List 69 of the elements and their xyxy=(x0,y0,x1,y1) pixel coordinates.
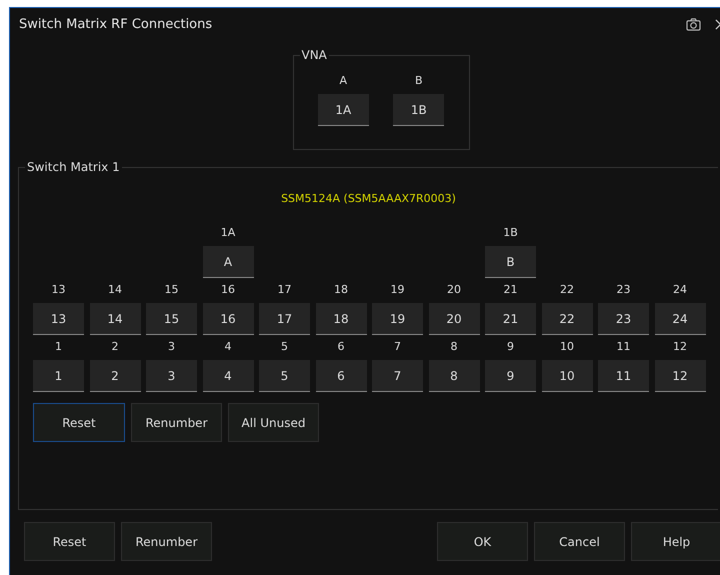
port-button[interactable]: 15 xyxy=(146,303,197,335)
footer-button[interactable]: Cancel xyxy=(534,522,625,561)
port-label: 12 xyxy=(673,340,687,354)
port-button[interactable]: 13 xyxy=(33,303,84,335)
port-label: 1A xyxy=(220,226,236,240)
port-label: 1 xyxy=(55,340,62,354)
port-button[interactable]: 6 xyxy=(316,360,366,392)
port-button[interactable]: 10 xyxy=(542,360,592,392)
port-label: 11 xyxy=(616,340,630,354)
port-label: 16 xyxy=(221,283,235,297)
port-button[interactable]: 4 xyxy=(202,360,254,392)
port-button[interactable]: 1A xyxy=(318,94,369,126)
port-button[interactable]: 9 xyxy=(485,360,536,392)
port-label: 19 xyxy=(390,283,404,297)
port-button[interactable]: 23 xyxy=(598,303,649,335)
port-button[interactable]: 2 xyxy=(90,360,140,392)
port-label: 23 xyxy=(616,283,630,297)
action-button[interactable]: Reset xyxy=(33,403,125,442)
group-title: Switch Matrix 1 xyxy=(25,160,122,174)
port-label: 1B xyxy=(503,226,518,240)
port-label: 13 xyxy=(52,283,66,297)
port-label: 10 xyxy=(560,340,574,354)
action-button[interactable]: All Unused xyxy=(228,403,319,442)
port-label: 14 xyxy=(108,283,122,297)
port-label: A xyxy=(339,74,348,88)
port-button[interactable]: 7 xyxy=(372,360,423,392)
port-button[interactable]: 18 xyxy=(316,303,366,335)
footer-button[interactable]: Reset xyxy=(24,522,115,561)
port-label: 7 xyxy=(394,340,401,354)
port-button[interactable]: 21 xyxy=(485,303,536,335)
port-label: 18 xyxy=(334,283,348,297)
port-button[interactable]: 5 xyxy=(259,360,310,392)
port-button[interactable]: 3 xyxy=(146,360,197,392)
footer-button[interactable]: Renumber xyxy=(121,522,212,561)
port-button[interactable]: 17 xyxy=(259,303,310,335)
port-label: 9 xyxy=(507,340,514,354)
port-label: 22 xyxy=(560,283,574,297)
camera-icon[interactable] xyxy=(686,18,701,30)
port-button[interactable]: 16 xyxy=(202,303,254,335)
window-title: Switch Matrix RF Connections xyxy=(19,16,212,32)
port-label: 20 xyxy=(447,283,461,297)
port-label: 21 xyxy=(504,283,518,297)
action-button[interactable]: Renumber xyxy=(131,403,222,442)
port-button[interactable]: 8 xyxy=(428,360,480,392)
footer-button[interactable]: OK xyxy=(437,522,528,561)
port-button[interactable]: 14 xyxy=(90,303,140,335)
port-label: 24 xyxy=(673,283,687,297)
port-label: 8 xyxy=(450,340,458,354)
footer-button[interactable]: Help xyxy=(631,522,720,561)
port-label: B xyxy=(414,74,423,88)
port-button[interactable]: A xyxy=(202,246,254,278)
port-label: 5 xyxy=(281,340,288,354)
port-label: 2 xyxy=(112,340,118,354)
port-button[interactable]: 1B xyxy=(393,94,444,126)
port-button[interactable]: 20 xyxy=(428,303,480,335)
port-button[interactable]: 19 xyxy=(372,303,423,335)
port-label: 3 xyxy=(168,340,175,354)
port-button[interactable]: 1 xyxy=(33,360,84,392)
port-button[interactable]: 11 xyxy=(598,360,649,392)
port-button[interactable]: 22 xyxy=(542,303,592,335)
port-button[interactable]: B xyxy=(485,246,536,278)
port-label: 6 xyxy=(338,340,344,354)
group-title: VNA xyxy=(300,48,329,62)
model-label: SSM5124A (SSM5AAAX7R0003) xyxy=(280,192,457,206)
port-button[interactable]: 12 xyxy=(654,360,706,392)
port-label: 4 xyxy=(224,340,232,354)
port-label: 15 xyxy=(164,283,178,297)
port-label: 17 xyxy=(278,283,292,297)
port-button[interactable]: 24 xyxy=(654,303,706,335)
